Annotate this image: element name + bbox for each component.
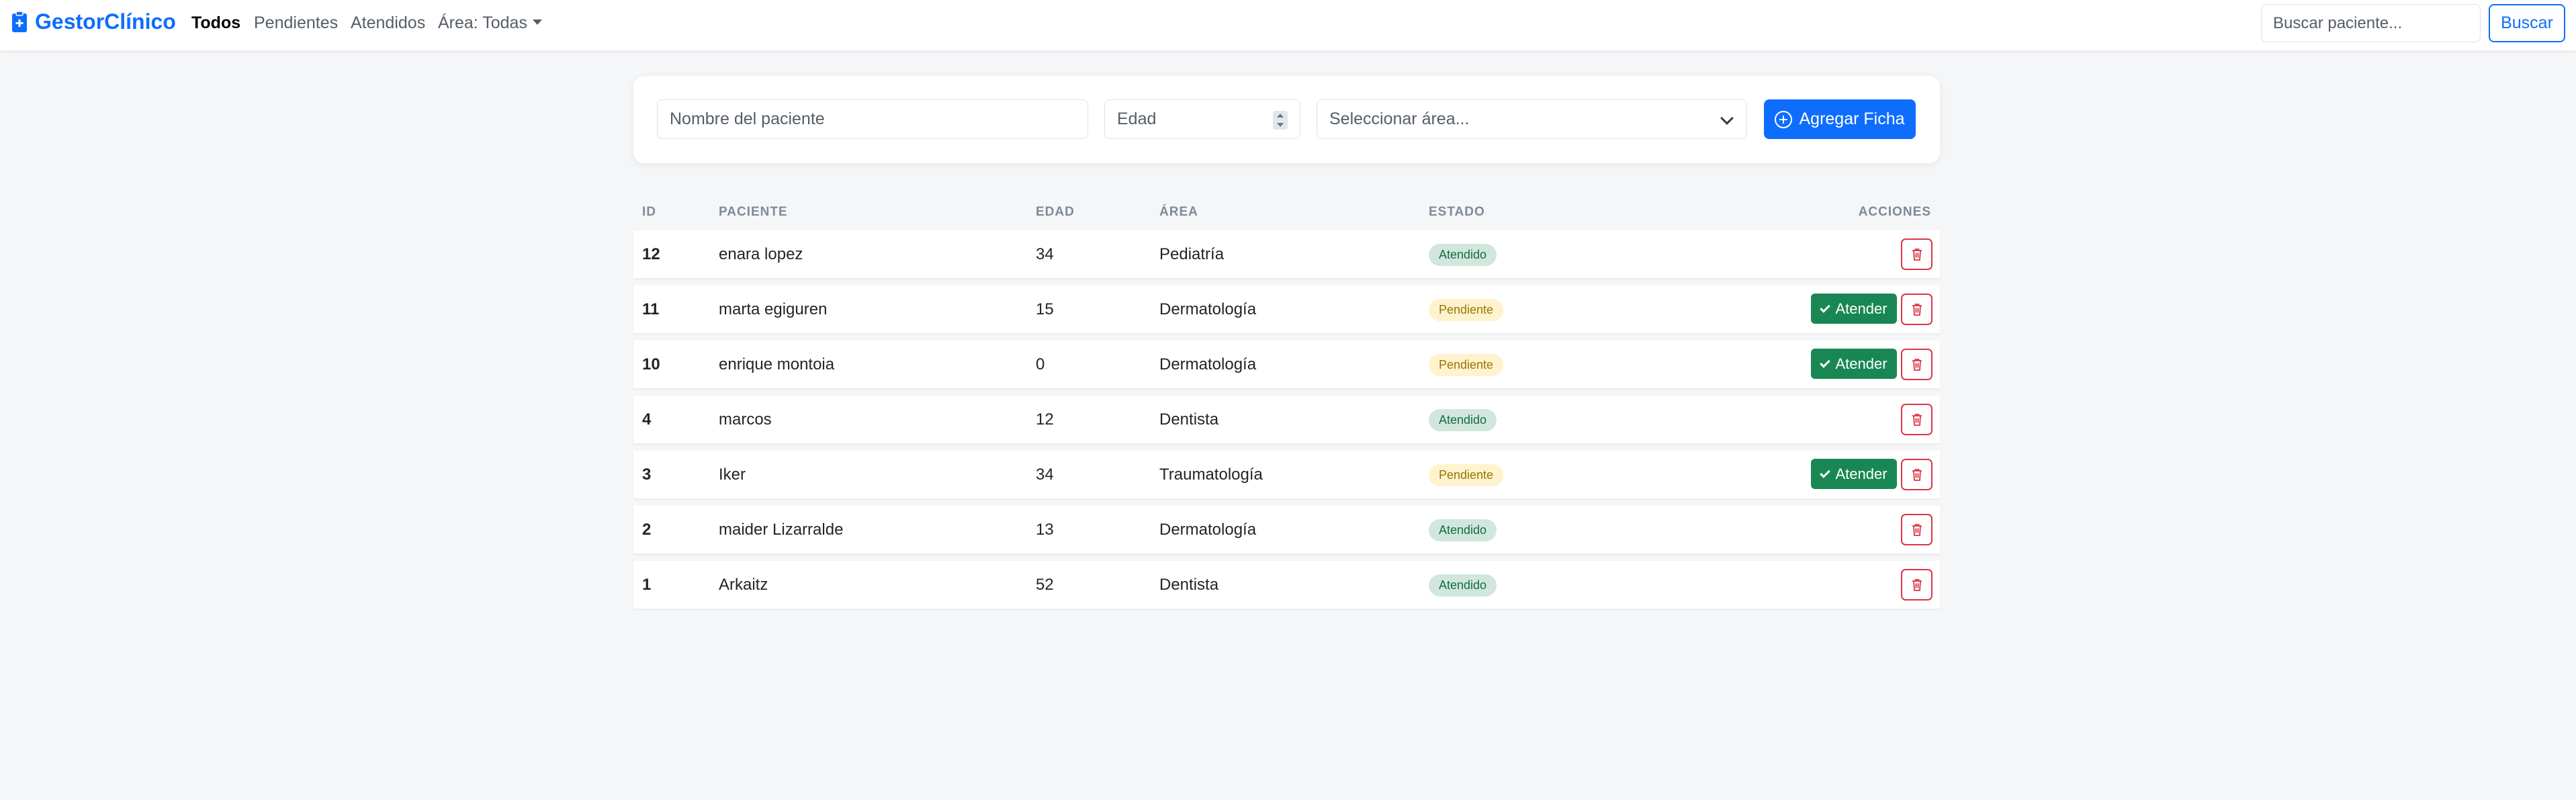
- status-badge: Atendido: [1429, 409, 1497, 431]
- status-badge: Atendido: [1429, 244, 1497, 266]
- age-placeholder: Edad: [1117, 109, 1157, 128]
- cell-area: Pediatría: [1159, 245, 1225, 263]
- table-row: 4 marcos 12 Dentista Atendido: [633, 396, 1940, 443]
- brand[interactable]: GestorClínico: [11, 9, 176, 34]
- delete-button[interactable]: [1901, 349, 1933, 380]
- status-badge: Atendido: [1429, 519, 1497, 541]
- cell-id: 3: [642, 465, 652, 484]
- nav-link-todos[interactable]: Todos: [191, 13, 240, 33]
- check-icon: [1820, 302, 1831, 313]
- table-row: 3 Iker 34 Traumatología Pendiente Atender: [633, 451, 1940, 498]
- delete-button[interactable]: [1901, 459, 1933, 490]
- table-row: 2 maider Lizarralde 13 Dermatología Atendido: [633, 506, 1940, 553]
- cell-id: 1: [642, 576, 652, 594]
- status-badge: Pendiente: [1429, 299, 1504, 321]
- cell-age: 52: [1036, 576, 1054, 594]
- trash-icon: [1912, 303, 1922, 316]
- search-button[interactable]: Buscar: [2489, 4, 2565, 42]
- trash-icon: [1912, 358, 1922, 371]
- header-edad: EDAD: [1036, 205, 1075, 219]
- check-icon: [1820, 467, 1831, 478]
- delete-button[interactable]: [1901, 404, 1933, 435]
- cell-age: 34: [1036, 465, 1054, 484]
- header-paciente: PACIENTE: [719, 205, 788, 219]
- cell-patient-name: maider Lizarralde: [719, 521, 844, 539]
- table-header: ID PACIENTE EDAD ÁREA ESTADO ACCIONES: [633, 193, 1940, 230]
- number-spinner-icon[interactable]: [1273, 111, 1288, 130]
- attend-label: Atender: [1835, 465, 1887, 482]
- cell-area: Dermatología: [1159, 521, 1257, 539]
- cell-id: 10: [642, 355, 660, 373]
- status-badge: Pendiente: [1429, 354, 1504, 376]
- trash-icon: [1912, 468, 1922, 481]
- clipboard-medical-icon: [12, 10, 27, 32]
- cell-area: Traumatología: [1159, 465, 1263, 484]
- caret-down-icon: [532, 19, 542, 26]
- nav-link-pendientes[interactable]: Pendientes: [254, 13, 338, 33]
- patient-name-input[interactable]: Nombre del paciente: [657, 99, 1088, 139]
- header-estado: ESTADO: [1429, 205, 1485, 219]
- cell-id: 2: [642, 521, 652, 539]
- cell-id: 12: [642, 245, 660, 263]
- cell-area: Dentista: [1159, 410, 1219, 429]
- area-select-placeholder: Seleccionar área...: [1329, 109, 1470, 128]
- cell-patient-name: Iker: [719, 465, 746, 484]
- add-patient-form: Nombre del paciente Edad Seleccionar áre…: [633, 76, 1940, 163]
- cell-age: 0: [1036, 355, 1045, 373]
- cell-patient-name: enara lopez: [719, 245, 803, 263]
- cell-age: 15: [1036, 300, 1054, 318]
- cell-age: 12: [1036, 410, 1054, 429]
- trash-icon: [1912, 248, 1922, 261]
- table-row: 12 enara lopez 34 Pediatría Atendido: [633, 230, 1940, 278]
- area-dropdown[interactable]: Área: Todas: [438, 13, 542, 33]
- header-id: ID: [642, 205, 656, 219]
- area-dropdown-label: Área: Todas: [438, 13, 527, 32]
- cell-patient-name: Arkaitz: [719, 576, 768, 594]
- cell-id: 4: [642, 410, 652, 429]
- cell-area: Dermatología: [1159, 355, 1257, 373]
- cell-id: 11: [642, 300, 660, 318]
- attend-button[interactable]: Atender: [1811, 459, 1897, 489]
- add-record-button[interactable]: Agregar Ficha: [1764, 99, 1916, 139]
- delete-button[interactable]: [1901, 514, 1933, 545]
- search-input[interactable]: [2261, 4, 2481, 42]
- table-row: 10 enrique montoia 0 Dermatología Pendiente A…: [633, 341, 1940, 388]
- attend-button[interactable]: Atender: [1811, 349, 1897, 379]
- cell-patient-name: marcos: [719, 410, 772, 429]
- cell-area: Dermatología: [1159, 300, 1257, 318]
- cell-area: Dentista: [1159, 576, 1219, 594]
- brand-name: GestorClínico: [35, 9, 176, 34]
- delete-button[interactable]: [1901, 238, 1933, 270]
- nav-link-atendidos[interactable]: Atendidos: [351, 13, 425, 33]
- attend-label: Atender: [1835, 355, 1887, 372]
- trash-icon: [1912, 523, 1922, 536]
- cell-age: 34: [1036, 245, 1054, 263]
- delete-button[interactable]: [1901, 569, 1933, 601]
- cell-patient-name: marta egiguren: [719, 300, 828, 318]
- header-acciones: ACCIONES: [1858, 205, 1931, 219]
- header-area: ÁREA: [1159, 205, 1198, 219]
- status-badge: Pendiente: [1429, 464, 1504, 486]
- attend-button[interactable]: Atender: [1811, 294, 1897, 324]
- trash-icon: [1912, 578, 1922, 591]
- attend-label: Atender: [1835, 300, 1887, 317]
- patient-name-placeholder: Nombre del paciente: [670, 109, 825, 128]
- table-row: 1 Arkaitz 52 Dentista Atendido: [633, 561, 1940, 609]
- table-body: 12 enara lopez 34 Pediatría Atendido 11 marta …: [633, 230, 1940, 609]
- top-navbar: GestorClínico Todos Pendientes Atendidos…: [0, 0, 2576, 50]
- delete-button[interactable]: [1901, 294, 1933, 325]
- cell-patient-name: enrique montoia: [719, 355, 835, 373]
- area-select[interactable]: Seleccionar área...: [1317, 99, 1747, 139]
- age-input[interactable]: Edad: [1104, 99, 1300, 139]
- plus-circle-icon: [1775, 110, 1793, 128]
- chevron-down-icon: [1720, 112, 1734, 125]
- table-row: 11 marta egiguren 15 Dermatología Pendiente A…: [633, 285, 1940, 333]
- check-icon: [1820, 357, 1831, 368]
- patients-table: ID PACIENTE EDAD ÁREA ESTADO ACCIONES 12…: [633, 193, 1940, 616]
- add-record-label: Agregar Ficha: [1799, 109, 1905, 128]
- status-badge: Atendido: [1429, 574, 1497, 596]
- cell-age: 13: [1036, 521, 1054, 539]
- trash-icon: [1912, 413, 1922, 426]
